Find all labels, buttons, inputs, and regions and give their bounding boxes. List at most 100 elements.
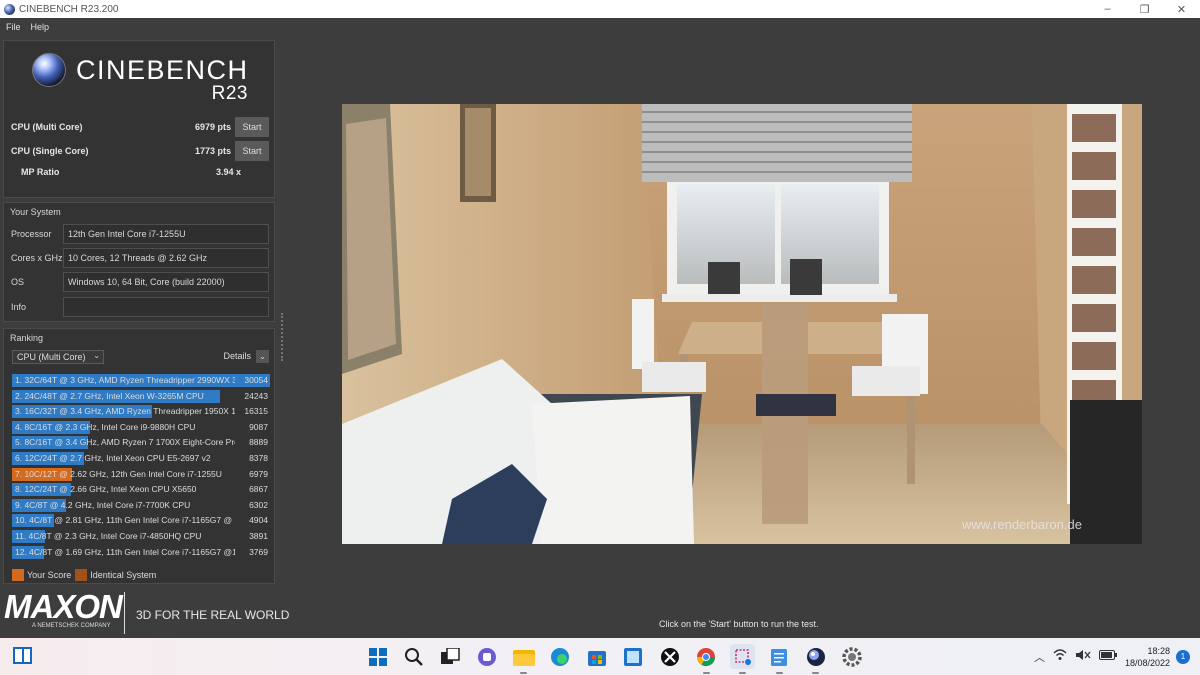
ranking-cpu-name: 12. 4C/8T @ 1.69 GHz, 11th Gen Intel Cor… bbox=[15, 546, 235, 557]
your-system-panel: Your System Processor 12th Gen Intel Cor… bbox=[3, 202, 275, 322]
ranking-cpu-name: 4. 8C/16T @ 2.3 GHz, Intel Core i9-9880H… bbox=[15, 421, 196, 432]
ranking-score: 8378 bbox=[249, 452, 268, 463]
your-system-title: Your System bbox=[10, 207, 61, 217]
ranking-row[interactable]: 11. 4C/8T @ 2.3 GHz, Intel Core i7-4850H… bbox=[12, 529, 270, 545]
ranking-cpu-name: 3. 16C/32T @ 3.4 GHz, AMD Ryzen Threadri… bbox=[15, 406, 235, 417]
menu-help[interactable]: Help bbox=[31, 22, 50, 32]
xbox-icon[interactable] bbox=[657, 644, 682, 669]
ranking-cpu-name: 11. 4C/8T @ 2.3 GHz, Intel Core i7-4850H… bbox=[15, 530, 202, 541]
logo-version: R23 bbox=[211, 83, 248, 104]
single-core-score: 1773 pts bbox=[194, 146, 231, 156]
snipping-tool-icon[interactable] bbox=[730, 644, 755, 674]
ranking-score: 24243 bbox=[244, 390, 268, 401]
task-view-icon[interactable] bbox=[438, 644, 463, 669]
details-toggle-button[interactable]: ⌄ bbox=[256, 350, 269, 363]
ranking-cpu-name: 5. 8C/16T @ 3.4 GHz, AMD Ryzen 7 1700X E… bbox=[15, 437, 235, 448]
ranking-title: Ranking bbox=[10, 333, 44, 343]
status-hint: Click on the 'Start' button to run the t… bbox=[659, 619, 819, 629]
cinebench-logo: CINEBENCH bbox=[32, 53, 249, 87]
multi-core-score: 6979 pts bbox=[194, 122, 231, 132]
ranking-cpu-name: 9. 4C/8T @ 4.2 GHz, Intel Core i7-7700K … bbox=[15, 499, 191, 510]
render-viewport: www.renderbaron.de bbox=[342, 104, 1142, 544]
ranking-row[interactable]: 12. 4C/8T @ 1.69 GHz, 11th Gen Intel Cor… bbox=[12, 545, 270, 561]
single-core-row: CPU (Single Core) 1773 pts Start bbox=[11, 141, 269, 161]
store-icon[interactable] bbox=[584, 644, 609, 669]
multi-core-start-button[interactable]: Start bbox=[235, 117, 269, 137]
settings-icon[interactable] bbox=[840, 644, 865, 669]
minimize-button[interactable]: – bbox=[1089, 0, 1126, 18]
your-score-swatch bbox=[12, 569, 24, 581]
cinebench-sphere-icon bbox=[32, 53, 66, 87]
ranking-row-your-score[interactable]: 7. 10C/12T @ 2.62 GHz, 12th Gen Intel Co… bbox=[12, 467, 270, 483]
ranking-row[interactable]: 10. 4C/8T @ 2.81 GHz, 11th Gen Intel Cor… bbox=[12, 513, 270, 529]
maxon-subtitle: A NEMETSCHEK COMPANY bbox=[32, 623, 111, 629]
multi-core-label: CPU (Multi Core) bbox=[11, 122, 83, 132]
details-label: Details bbox=[223, 351, 251, 361]
ranking-row[interactable]: 6. 12C/24T @ 2.7 GHz, Intel Xeon CPU E5-… bbox=[12, 451, 270, 467]
ranking-type-dropdown[interactable]: CPU (Multi Core) ⌄ bbox=[12, 350, 104, 364]
ranking-row[interactable]: 8. 12C/24T @ 2.66 GHz, Intel Xeon CPU X5… bbox=[12, 482, 270, 498]
brand-divider bbox=[124, 592, 125, 634]
os-row: OS Windows 10, 64 Bit, Core (build 22000… bbox=[11, 272, 269, 292]
ranking-controls: CPU (Multi Core) ⌄ Details ⌄ bbox=[12, 350, 269, 364]
render-watermark: www.renderbaron.de bbox=[961, 517, 1082, 532]
ranking-row[interactable]: 9. 4C/8T @ 4.2 GHz, Intel Core i7-7700K … bbox=[12, 498, 270, 514]
ranking-cpu-name: 8. 12C/24T @ 2.66 GHz, Intel Xeon CPU X5… bbox=[15, 484, 197, 495]
menu-file[interactable]: File bbox=[6, 22, 21, 32]
battery-icon[interactable] bbox=[1098, 650, 1117, 663]
title-bar: CINEBENCH R23.200 – ❐ ✕ bbox=[0, 0, 1200, 18]
ranking-row[interactable]: 4. 8C/16T @ 2.3 GHz, Intel Core i9-9880H… bbox=[12, 420, 270, 436]
notification-badge[interactable]: 1 bbox=[1176, 649, 1190, 664]
panel-splitter-handle[interactable] bbox=[281, 313, 283, 361]
ranking-score: 16315 bbox=[244, 406, 268, 417]
ranking-panel: Ranking CPU (Multi Core) ⌄ Details ⌄ 1. … bbox=[3, 328, 275, 584]
search-icon[interactable] bbox=[402, 644, 427, 669]
clock-date: 18/08/2022 bbox=[1124, 657, 1170, 668]
taskbar: ︿ 18:28 18/08/2022 1 bbox=[0, 638, 1200, 675]
notepad-icon[interactable] bbox=[767, 644, 792, 674]
chevron-down-icon: ⌄ bbox=[93, 351, 100, 360]
single-core-start-button[interactable]: Start bbox=[235, 141, 269, 161]
ranking-score: 8889 bbox=[249, 437, 268, 448]
ranking-legend: Your Score Identical System bbox=[12, 569, 156, 581]
ranking-cpu-name: 6. 12C/24T @ 2.7 GHz, Intel Xeon CPU E5-… bbox=[15, 452, 211, 463]
ranking-row[interactable]: 1. 32C/64T @ 3 GHz, AMD Ryzen Threadripp… bbox=[12, 373, 270, 389]
clock[interactable]: 18:28 18/08/2022 bbox=[1125, 645, 1170, 669]
ranking-row[interactable]: 2. 24C/48T @ 2.7 GHz, Intel Xeon W-3265M… bbox=[12, 389, 270, 405]
wifi-icon[interactable] bbox=[1053, 649, 1067, 664]
chevron-up-icon[interactable]: ︿ bbox=[1034, 649, 1045, 665]
window-title: CINEBENCH R23.200 bbox=[19, 3, 119, 15]
chat-icon[interactable] bbox=[475, 644, 500, 669]
ranking-row[interactable]: 3. 16C/32T @ 3.4 GHz, AMD Ryzen Threadri… bbox=[12, 404, 270, 420]
ranking-score: 6867 bbox=[249, 484, 268, 495]
widgets-icon[interactable] bbox=[13, 647, 32, 664]
info-field[interactable] bbox=[63, 297, 269, 317]
cinebench-icon[interactable] bbox=[803, 644, 828, 674]
your-score-label: Your Score bbox=[27, 570, 72, 580]
maxon-wordmark: MAXON bbox=[4, 588, 123, 625]
ranking-cpu-name: 1. 32C/64T @ 3 GHz, AMD Ryzen Threadripp… bbox=[15, 375, 235, 385]
ranking-score: 3891 bbox=[249, 530, 268, 541]
maximize-button[interactable]: ❐ bbox=[1126, 0, 1163, 18]
ranking-list: 1. 32C/64T @ 3 GHz, AMD Ryzen Threadripp… bbox=[12, 373, 270, 560]
scores-panel: CINEBENCH R23 CPU (Multi Core) 6979 pts … bbox=[3, 40, 275, 198]
cores-field[interactable]: 10 Cores, 12 Threads @ 2.62 GHz bbox=[63, 248, 269, 268]
info-row: Info bbox=[11, 297, 269, 317]
maxon-logo: MAXON A NEMETSCHEK COMPANY bbox=[4, 590, 124, 629]
ranking-row[interactable]: 5. 8C/16T @ 3.4 GHz, AMD Ryzen 7 1700X E… bbox=[12, 435, 270, 451]
os-field[interactable]: Windows 10, 64 Bit, Core (build 22000) bbox=[63, 272, 269, 292]
render-scene-image: www.renderbaron.de bbox=[342, 104, 1142, 544]
speaker-muted-icon[interactable] bbox=[1075, 649, 1091, 664]
cores-row: Cores x GHz 10 Cores, 12 Threads @ 2.62 … bbox=[11, 248, 269, 268]
ranking-score: 4904 bbox=[249, 515, 268, 526]
processor-field[interactable]: 12th Gen Intel Core i7-1255U bbox=[63, 224, 269, 244]
file-explorer-icon[interactable] bbox=[511, 644, 536, 674]
photos-icon[interactable] bbox=[621, 644, 646, 669]
close-button[interactable]: ✕ bbox=[1163, 0, 1200, 18]
system-tray: ︿ 18:28 18/08/2022 1 bbox=[1034, 638, 1200, 675]
edge-icon[interactable] bbox=[548, 644, 573, 669]
window-controls: – ❐ ✕ bbox=[1089, 0, 1200, 18]
ranking-cpu-name: 7. 10C/12T @ 2.62 GHz, 12th Gen Intel Co… bbox=[15, 468, 222, 479]
start-icon[interactable] bbox=[365, 644, 390, 669]
chrome-icon[interactable] bbox=[694, 644, 719, 674]
